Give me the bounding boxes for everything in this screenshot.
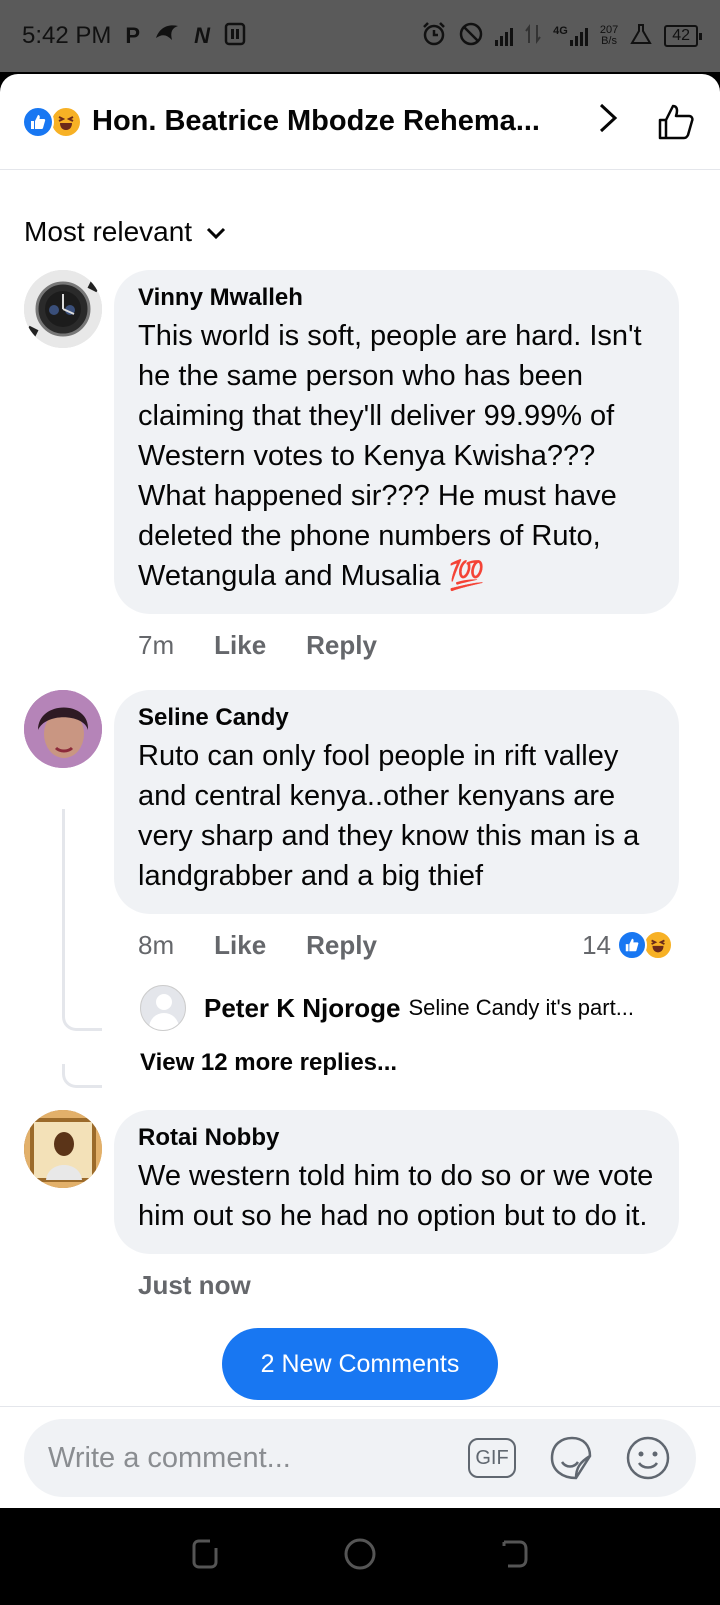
reply-text: Seline Candy it's part... — [408, 995, 635, 1020]
data-transfer-icon — [525, 23, 541, 50]
signal-icon — [495, 26, 514, 46]
comment-text: This world is soft, people are hard. Isn… — [138, 320, 642, 592]
network-type: 4G — [553, 25, 568, 37]
speed-unit: B/s — [601, 35, 617, 47]
profile-photo-avatar — [24, 1110, 102, 1188]
recents-button[interactable] — [190, 1538, 222, 1575]
comment-time: 8m — [138, 929, 175, 960]
haha-reaction-icon — [643, 930, 673, 960]
comment-meta: 7m Like Reply — [114, 614, 679, 676]
reply-author[interactable]: Peter K Njoroge — [204, 993, 401, 1024]
new-comments-button[interactable]: 2 New Comments — [222, 1328, 498, 1400]
back-button[interactable] — [498, 1538, 530, 1575]
recents-icon — [192, 1539, 218, 1569]
status-time: 5:42 PM — [22, 22, 112, 49]
post-header: Hon. Beatrice Mbodze Rehema... — [0, 74, 720, 170]
comment-item: Rotai Nobby We western told him to do so… — [0, 1110, 720, 1316]
chevron-down-icon — [206, 216, 226, 248]
reaction-summary[interactable]: 14 — [582, 930, 679, 961]
profile-photo-avatar — [24, 690, 102, 768]
comment-composer: GIF — [24, 1419, 696, 1497]
comments-sheet: Hon. Beatrice Mbodze Rehema... Most rele… — [0, 74, 720, 1508]
comment-input[interactable] — [48, 1441, 468, 1475]
sort-label: Most relevant — [24, 216, 193, 247]
comment-time: 7m — [138, 629, 175, 660]
do-not-disturb-icon — [459, 22, 483, 51]
gif-button[interactable]: GIF — [468, 1438, 516, 1478]
like-reaction-icon — [617, 930, 647, 960]
emoji-icon[interactable] — [624, 1434, 672, 1482]
comment-meta: 8m Like Reply 14 — [114, 914, 679, 976]
comment-meta: Just now — [114, 1254, 679, 1316]
haha-reaction-icon — [50, 105, 82, 138]
view-more-replies-link[interactable]: View 12 more replies... — [0, 1038, 720, 1088]
thread-connector — [62, 1064, 102, 1088]
avatar[interactable] — [24, 690, 102, 768]
pdf-app-icon — [224, 22, 246, 51]
system-nav-bar — [0, 1508, 720, 1605]
back-icon — [502, 1540, 528, 1568]
like-button[interactable]: Like — [214, 630, 266, 661]
alarm-icon — [421, 21, 447, 52]
avatar[interactable] — [24, 270, 102, 348]
home-button[interactable] — [343, 1537, 377, 1576]
comment-author[interactable]: Seline Candy — [138, 704, 655, 732]
thumbs-up-outline-icon — [658, 104, 694, 139]
home-circle-icon — [344, 1538, 376, 1570]
comment-author[interactable]: Vinny Mwalleh — [138, 284, 655, 312]
like-reaction-icon — [22, 105, 54, 138]
reaction-count: 14 — [582, 929, 611, 960]
post-title[interactable]: Hon. Beatrice Mbodze Rehema... — [92, 105, 584, 138]
comment-text: Ruto can only fool people in rift valley… — [138, 740, 640, 892]
sticker-icon[interactable] — [546, 1434, 594, 1482]
bird-app-icon — [154, 22, 180, 50]
like-button[interactable]: Like — [214, 930, 266, 961]
comment-item: Vinny Mwalleh This world is soft, people… — [0, 270, 720, 676]
default-avatar-icon — [140, 985, 186, 1031]
comment-time: Just now — [138, 1269, 251, 1300]
chevron-right-icon[interactable] — [598, 102, 618, 142]
signal-4g-icon — [569, 26, 588, 46]
comment-bubble[interactable]: Vinny Mwalleh This world is soft, people… — [114, 270, 679, 614]
avatar[interactable] — [24, 1110, 102, 1188]
watch-avatar-image — [24, 270, 102, 348]
p-app-icon: P — [125, 23, 141, 48]
reply-button[interactable]: Reply — [306, 930, 377, 961]
warning-flask-icon — [630, 23, 652, 50]
reaction-icons[interactable] — [22, 105, 82, 138]
sort-dropdown[interactable]: Most relevant — [0, 170, 720, 266]
like-post-button[interactable] — [654, 100, 698, 144]
reply-button[interactable]: Reply — [306, 630, 377, 661]
status-bar: 5:42 PM P N 4G 207 B/s 42 — [0, 0, 720, 72]
comment-text: We western told him to do so or we vote … — [138, 1160, 654, 1232]
battery-indicator: 42 — [664, 25, 702, 47]
comment-item: Seline Candy Ruto can only fool people i… — [0, 690, 720, 976]
n-app-icon: N — [194, 23, 210, 48]
comment-author[interactable]: Rotai Nobby — [138, 1124, 655, 1152]
reply-preview[interactable]: Peter K Njoroge Seline Candy it's part..… — [0, 978, 720, 1038]
comment-composer-bar: GIF — [0, 1406, 720, 1508]
comment-bubble[interactable]: Rotai Nobby We western told him to do so… — [114, 1110, 679, 1254]
comment-bubble[interactable]: Seline Candy Ruto can only fool people i… — [114, 690, 679, 914]
